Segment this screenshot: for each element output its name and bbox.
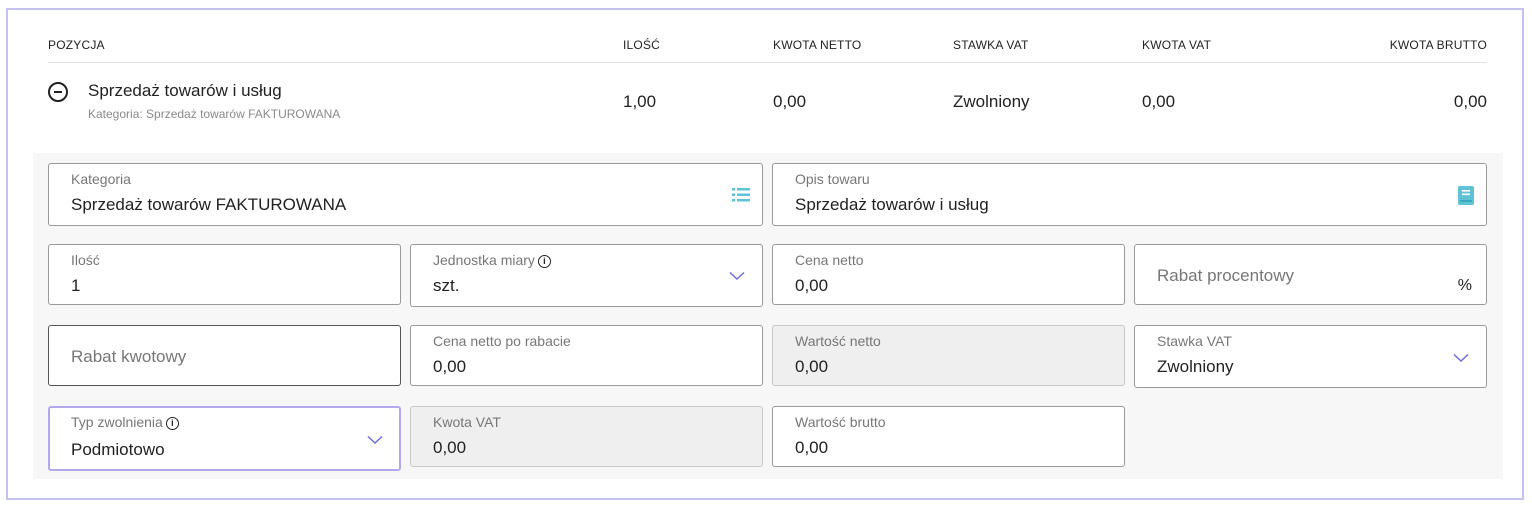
- book-icon[interactable]: [1458, 186, 1474, 205]
- gross-value-value: 0,00: [795, 438, 829, 457]
- vat-rate-value: Zwolniony: [1157, 357, 1234, 376]
- net-value-value: 0,00: [795, 357, 829, 376]
- vat-amount-label: Kwota VAT: [433, 414, 501, 430]
- discount-percent-placeholder: Rabat procentowy: [1157, 266, 1295, 285]
- chevron-down-icon[interactable]: [367, 435, 383, 445]
- net-after-discount-field[interactable]: Cena netto po rabacie 0,00: [410, 325, 763, 386]
- col-header-net: KWOTA NETTO: [773, 38, 862, 52]
- col-header-gross: KWOTA BRUTTO: [1389, 38, 1487, 52]
- gross-value-label: Wartość brutto: [795, 414, 886, 430]
- description-field[interactable]: Opis towaru Sprzedaż towarów i usług: [772, 163, 1487, 226]
- collapse-icon[interactable]: [48, 82, 68, 102]
- discount-percent-field[interactable]: Rabat procentowy %: [1134, 244, 1487, 305]
- row-qty: 1,00: [623, 92, 657, 111]
- item-category: Kategoria: Sprzedaż towarów FAKTUROWANA: [88, 107, 341, 121]
- net-price-label: Cena netto: [795, 252, 864, 268]
- net-value-field: Wartość netto 0,00: [772, 325, 1125, 386]
- percent-suffix: %: [1457, 277, 1472, 294]
- vat-rate-select[interactable]: Stawka VAT Zwolniony: [1134, 325, 1487, 388]
- category-field[interactable]: Kategoria Sprzedaż towarów FAKTUROWANA: [48, 163, 763, 226]
- col-header-vat-rate: STAWKA VAT: [953, 38, 1029, 52]
- net-after-discount-value: 0,00: [433, 357, 467, 376]
- net-price-value: 0,00: [795, 276, 829, 295]
- col-header-position: POZYCJA: [48, 38, 105, 52]
- discount-amount-placeholder: Rabat kwotowy: [71, 347, 187, 366]
- chevron-down-icon[interactable]: [729, 271, 745, 281]
- discount-amount-field[interactable]: Rabat kwotowy: [48, 325, 401, 386]
- row-vat-rate: Zwolniony: [953, 92, 1030, 111]
- description-label: Opis towaru: [795, 171, 870, 187]
- category-label: Kategoria: [71, 171, 131, 187]
- gross-value-field[interactable]: Wartość brutto 0,00: [772, 406, 1125, 467]
- category-value: Sprzedaż towarów FAKTUROWANA: [71, 195, 347, 214]
- col-header-qty: ILOŚĆ: [623, 38, 661, 52]
- net-after-discount-label: Cena netto po rabacie: [433, 333, 571, 349]
- net-price-field[interactable]: Cena netto 0,00: [772, 244, 1125, 305]
- net-value-label: Wartość netto: [795, 333, 881, 349]
- vat-rate-label: Stawka VAT: [1157, 333, 1232, 349]
- chevron-down-icon[interactable]: [1453, 353, 1469, 363]
- exemption-label-wrap: Typ zwolnienia i: [71, 414, 179, 430]
- unit-label: Jednostka miary: [433, 252, 535, 268]
- unit-value: szt.: [433, 276, 460, 295]
- col-header-vat-amount: KWOTA VAT: [1142, 38, 1212, 52]
- quantity-label: Ilość: [71, 252, 100, 268]
- exemption-type-select[interactable]: Typ zwolnienia i Podmiotowo: [48, 406, 401, 471]
- table-row: Sprzedaż towarów i usług Kategoria: Sprz…: [48, 70, 1487, 130]
- items-table-header: POZYCJA ILOŚĆ KWOTA NETTO STAWKA VAT KWO…: [48, 36, 1487, 63]
- info-icon[interactable]: i: [537, 255, 551, 268]
- vat-amount-value: 0,00: [433, 438, 467, 457]
- description-value: Sprzedaż towarów i usług: [795, 195, 989, 214]
- quantity-field[interactable]: Ilość 1: [48, 244, 401, 305]
- row-vat-amount: 0,00: [1142, 92, 1176, 111]
- unit-select[interactable]: Jednostka miary i szt.: [410, 244, 763, 307]
- unit-label-wrap: Jednostka miary i: [433, 252, 551, 268]
- list-icon[interactable]: [732, 188, 750, 202]
- vat-amount-field: Kwota VAT 0,00: [410, 406, 763, 467]
- row-net: 0,00: [773, 92, 807, 111]
- row-gross: 0,00: [1453, 92, 1487, 111]
- quantity-value: 1: [71, 276, 81, 295]
- info-icon[interactable]: i: [165, 417, 179, 430]
- item-name: Sprzedaż towarów i usług: [88, 81, 282, 100]
- exemption-type-value: Podmiotowo: [71, 440, 165, 459]
- exemption-type-label: Typ zwolnienia: [71, 414, 163, 430]
